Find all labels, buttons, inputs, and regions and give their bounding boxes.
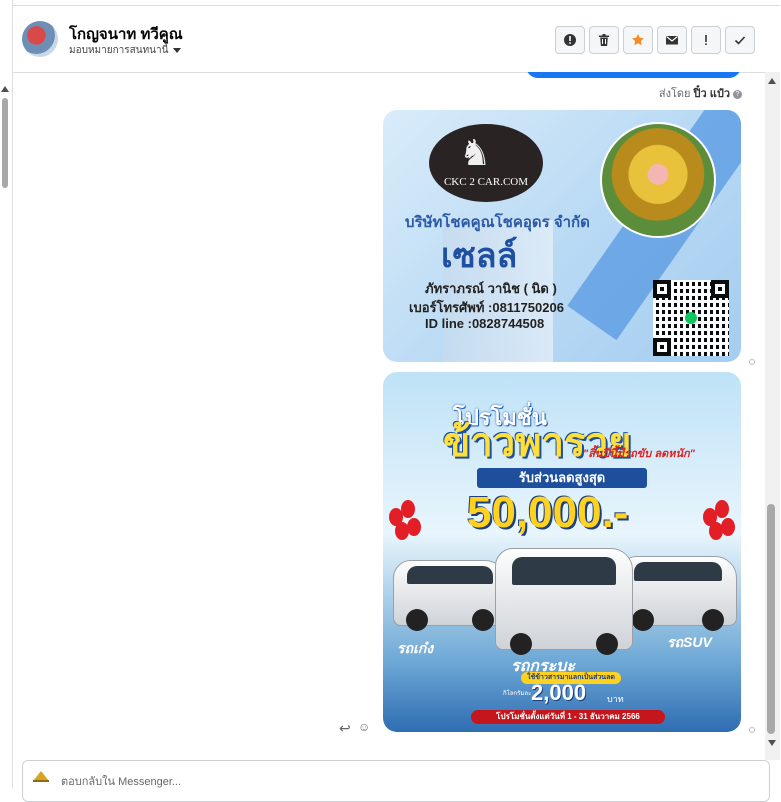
trash-icon xyxy=(599,34,609,46)
balloon-icon xyxy=(715,500,729,518)
sedan-car-image xyxy=(393,560,507,631)
pickup-truck-image xyxy=(495,548,633,655)
salesperson-photo xyxy=(600,122,716,238)
scroll-down-arrow-icon[interactable] xyxy=(768,740,776,746)
car-wheel xyxy=(596,633,618,655)
caret-down-icon xyxy=(173,47,182,53)
help-icon[interactable]: ? xyxy=(733,89,742,99)
discount-ribbon: รับส่วนลดสูงสุด xyxy=(477,468,647,488)
suv-car-image xyxy=(619,556,737,631)
car-wheel xyxy=(632,609,654,631)
previous-message-bubble xyxy=(526,72,741,78)
car-wheel xyxy=(702,609,724,631)
avatar[interactable] xyxy=(22,21,58,57)
reply-composer[interactable]: ตอบกลับใน Messenger... xyxy=(22,760,770,802)
sent-by-prefix: ส่งโดย xyxy=(658,88,691,100)
sedan-label: รถเก๋ง xyxy=(397,640,434,656)
role-title: เซลล์ xyxy=(441,237,518,275)
car-wheel xyxy=(510,633,532,655)
seen-status-icon xyxy=(749,359,755,365)
star-button[interactable] xyxy=(623,26,653,54)
suv-label: รถSUV xyxy=(667,634,712,650)
company-logo: ♞ CKC 2 CAR.COM xyxy=(429,124,543,202)
scroll-up-arrow-icon[interactable] xyxy=(1,86,9,92)
salesperson-name: ภัทราภรณ์ วานิช ( นิด ) xyxy=(425,281,557,296)
qr-code xyxy=(653,280,729,356)
business-card-image[interactable]: ♞ CKC 2 CAR.COM บริษัทโชคคูณโชคอุดร จำกั… xyxy=(383,110,741,362)
sent-by-label: ส่งโดย ปิ๋ว แป๋ว? xyxy=(659,84,742,102)
page-logo-icon xyxy=(33,771,49,782)
baht-label: บาท xyxy=(607,694,624,704)
qr-finder-bottom-left xyxy=(653,338,671,356)
pegasus-icon: ♞ xyxy=(459,132,492,173)
envelope-icon xyxy=(666,36,678,45)
balloon-icon xyxy=(407,518,421,536)
conversation-header: โกญจนาท ทวีคูณ มอบหมายการสนทนานี้ xyxy=(13,5,780,73)
delete-button[interactable] xyxy=(589,26,619,54)
sender-name: ปิ๋ว แป๋ว xyxy=(693,88,730,100)
check-icon xyxy=(734,36,746,45)
left-scrollbar[interactable] xyxy=(0,86,10,196)
car-window xyxy=(633,562,723,582)
seen-status-icon xyxy=(749,727,755,733)
logo-text: CKC 2 CAR.COM xyxy=(443,176,529,188)
qr-finder-top-left xyxy=(653,280,671,298)
rice-price: 2,000 xyxy=(531,680,587,705)
salesperson-phone: เบอร์โทรศัพท์ :0811750206 xyxy=(409,300,564,315)
scrollbar-thumb[interactable] xyxy=(767,504,775,734)
assign-label: มอบหมายการสนทนานี้ xyxy=(69,45,169,56)
qr-finder-top-right xyxy=(711,280,729,298)
promotion-image[interactable]: โปรโมชั่น ข้าวพารวย "สิ้นปีนี้มีรถขับ ลด… xyxy=(383,372,741,732)
alert-circle-icon xyxy=(564,34,576,46)
thread-scrollbar[interactable] xyxy=(765,72,780,760)
exclamation-icon xyxy=(705,35,707,45)
car-wheel xyxy=(406,609,428,631)
emoji-icon[interactable]: ☺ xyxy=(358,720,370,734)
car-window xyxy=(512,557,616,585)
car-wheel xyxy=(472,609,494,631)
discount-amount: 50,000.- xyxy=(467,488,629,537)
assign-conversation-dropdown[interactable]: มอบหมายการสนทนานี้ xyxy=(69,43,182,58)
scroll-up-arrow-icon[interactable] xyxy=(768,78,776,84)
mark-spam-button[interactable] xyxy=(555,26,585,54)
scrollbar-thumb[interactable] xyxy=(2,98,8,188)
balloon-icon xyxy=(401,500,415,518)
action-toolbar xyxy=(555,26,755,54)
balloon-icon xyxy=(721,518,735,536)
car-window xyxy=(407,566,493,585)
follow-up-button[interactable] xyxy=(691,26,721,54)
star-icon xyxy=(632,34,644,46)
reply-arrow-icon[interactable]: ↩ xyxy=(339,720,351,737)
promo-subtitle: "สิ้นปีนี้มีรถขับ ลดหนัก" xyxy=(583,448,695,460)
line-app-icon xyxy=(685,312,697,324)
mark-done-button[interactable] xyxy=(725,26,755,54)
salesperson-line-id: ID line :0828744508 xyxy=(425,316,545,331)
promo-period: โปรโมชั่นตั้งแต่วันที่ 1 - 31 ธันวาคม 25… xyxy=(471,710,665,724)
promo-title: ข้าวพารวย xyxy=(443,421,632,465)
message-thread[interactable]: ส่งโดย ปิ๋ว แป๋ว? ♞ CKC 2 CAR.COM บริษัท… xyxy=(13,72,765,760)
per-kg-label: กิโลกรัมละ xyxy=(503,691,532,697)
reply-input[interactable]: ตอบกลับใน Messenger... xyxy=(61,772,181,790)
mark-unread-button[interactable] xyxy=(657,26,687,54)
